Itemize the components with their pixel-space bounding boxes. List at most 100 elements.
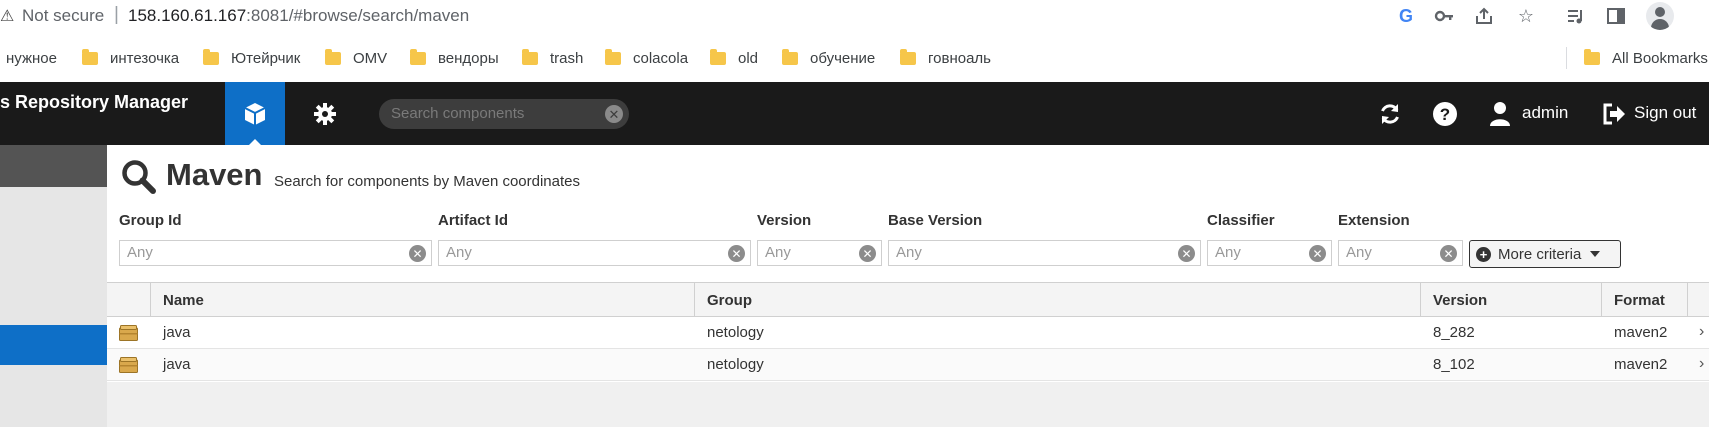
table-row[interactable]: java netology 8_102 maven2 › bbox=[107, 349, 1709, 381]
main-panel: Maven Search for components by Maven coo… bbox=[107, 145, 1709, 427]
clear-artifact-id-icon[interactable]: ✕ bbox=[728, 245, 745, 262]
criteria-label-group-id: Group Id bbox=[119, 212, 182, 229]
bookmark-item[interactable]: нужное bbox=[6, 42, 57, 74]
base-version-field: ✕ bbox=[888, 240, 1201, 266]
cell-name: java bbox=[163, 356, 191, 373]
column-header-label: Format bbox=[1614, 291, 1665, 309]
bookmark-folder[interactable]: интезочка bbox=[82, 42, 179, 74]
criteria-label-base-version: Base Version bbox=[888, 212, 983, 229]
clear-classifier-icon[interactable]: ✕ bbox=[1309, 245, 1326, 262]
url-field[interactable]: 158.160.61.167:8081/#browse/search/maven bbox=[128, 6, 469, 26]
security-label[interactable]: Not secure bbox=[22, 6, 104, 26]
sidebar bbox=[0, 145, 107, 427]
caret-down-icon bbox=[1590, 251, 1601, 257]
gear-icon bbox=[314, 102, 336, 125]
bookmarks-divider bbox=[1566, 47, 1567, 69]
more-criteria-label: More criteria bbox=[1498, 245, 1582, 263]
version-input[interactable] bbox=[765, 244, 864, 261]
url-path: :8081/#browse/search/maven bbox=[246, 6, 470, 25]
bookmark-folder[interactable]: colacola bbox=[605, 42, 688, 74]
browse-mode-button[interactable] bbox=[225, 82, 285, 145]
results-grid-header: Name Group Version Format bbox=[107, 282, 1709, 317]
profile-avatar-icon[interactable] bbox=[1646, 2, 1674, 30]
sidebar-header bbox=[0, 145, 107, 187]
bookmark-label: OMV bbox=[353, 49, 388, 67]
sign-out-button[interactable]: Sign out bbox=[1634, 103, 1696, 123]
warning-icon[interactable]: ⚠ bbox=[0, 6, 14, 26]
google-lens-icon[interactable]: G bbox=[1394, 4, 1418, 28]
clear-search-icon[interactable]: ✕ bbox=[605, 105, 623, 123]
reading-list-icon[interactable] bbox=[1564, 4, 1588, 28]
folder-icon bbox=[900, 48, 916, 65]
column-header-version[interactable]: Version bbox=[1421, 283, 1602, 317]
cell-group: netology bbox=[707, 356, 764, 373]
help-icon: ? bbox=[1433, 102, 1457, 126]
group-id-input[interactable] bbox=[127, 244, 376, 261]
address-separator: | bbox=[114, 4, 119, 25]
grid-empty-area bbox=[107, 382, 1709, 427]
column-header-format[interactable]: Format bbox=[1602, 283, 1688, 317]
administration-button[interactable] bbox=[305, 82, 345, 145]
star-icon[interactable]: ☆ bbox=[1514, 4, 1538, 28]
bookmark-folder[interactable]: OMV bbox=[325, 42, 387, 74]
page-title: Maven bbox=[166, 157, 263, 192]
component-box-icon bbox=[119, 357, 138, 373]
extension-input[interactable] bbox=[1346, 244, 1445, 261]
help-button[interactable]: ? bbox=[1428, 97, 1462, 131]
key-icon[interactable] bbox=[1432, 4, 1456, 28]
clear-base-version-icon[interactable]: ✕ bbox=[1178, 245, 1195, 262]
bookmark-folder[interactable]: говноаль bbox=[900, 42, 991, 74]
column-header-label: Version bbox=[1433, 291, 1488, 309]
bookmark-folder[interactable]: обучение bbox=[782, 42, 875, 74]
bookmarks-bar: нужное интезочка Ютейрчик OMV вендоры tr… bbox=[0, 42, 1709, 74]
all-bookmarks-button[interactable]: All Bookmarks bbox=[1584, 42, 1708, 74]
column-header-label: Name bbox=[163, 291, 204, 309]
bookmark-folder[interactable]: Ютейрчик bbox=[203, 42, 300, 74]
cell-name: java bbox=[163, 324, 191, 341]
search-components-input[interactable] bbox=[391, 105, 591, 122]
cell-version: 8_102 bbox=[1433, 356, 1475, 373]
artifact-id-input[interactable] bbox=[446, 244, 695, 261]
search-icon bbox=[122, 160, 156, 194]
clear-group-id-icon[interactable]: ✕ bbox=[409, 245, 426, 262]
more-criteria-button[interactable]: + More criteria bbox=[1469, 240, 1621, 268]
criteria-label-extension: Extension bbox=[1338, 212, 1410, 229]
refresh-button[interactable] bbox=[1373, 97, 1407, 131]
table-row[interactable]: java netology 8_282 maven2 › bbox=[107, 317, 1709, 349]
app-brand[interactable]: s Repository Manager bbox=[0, 92, 188, 113]
chevron-right-icon[interactable]: › bbox=[1699, 355, 1704, 373]
bookmark-label: colacola bbox=[633, 49, 689, 67]
bookmark-label: обучение bbox=[810, 49, 876, 67]
folder-icon bbox=[605, 48, 621, 65]
clear-extension-icon[interactable]: ✕ bbox=[1440, 245, 1457, 262]
svg-text:?: ? bbox=[1440, 105, 1450, 124]
bookmark-label: интезочка bbox=[110, 49, 180, 67]
side-panel-icon[interactable] bbox=[1604, 4, 1628, 28]
column-header-name[interactable]: Name bbox=[151, 283, 695, 317]
user-name[interactable]: admin bbox=[1522, 103, 1568, 123]
browser-address-bar: ⚠ Not secure | 158.160.61.167:8081/#brow… bbox=[0, 0, 1709, 32]
bookmark-label: trash bbox=[550, 49, 584, 67]
bookmark-folder[interactable]: trash bbox=[522, 42, 583, 74]
bookmark-label: вендоры bbox=[438, 49, 499, 67]
chevron-right-icon[interactable]: › bbox=[1699, 323, 1704, 341]
column-header-group[interactable]: Group bbox=[695, 283, 1421, 317]
clear-version-icon[interactable]: ✕ bbox=[859, 245, 876, 262]
search-components: ✕ bbox=[379, 99, 629, 129]
folder-icon bbox=[82, 48, 98, 65]
bookmark-folder[interactable]: вендоры bbox=[410, 42, 499, 74]
sidebar-item-selected[interactable] bbox=[0, 325, 107, 365]
share-icon[interactable] bbox=[1472, 4, 1496, 28]
url-host: 158.160.61.167 bbox=[128, 6, 247, 25]
artifact-id-field: ✕ bbox=[438, 240, 751, 266]
classifier-input[interactable] bbox=[1215, 244, 1314, 261]
user-icon[interactable] bbox=[1483, 97, 1517, 131]
grid-header-icon-column bbox=[107, 283, 151, 317]
base-version-input[interactable] bbox=[896, 244, 1145, 261]
sign-out-icon[interactable] bbox=[1597, 97, 1631, 131]
cell-version: 8_282 bbox=[1433, 324, 1475, 341]
cell-format: maven2 bbox=[1614, 324, 1668, 341]
cell-format: maven2 bbox=[1614, 356, 1668, 373]
bookmark-label: нужное bbox=[6, 49, 57, 67]
bookmark-folder[interactable]: old bbox=[710, 42, 758, 74]
